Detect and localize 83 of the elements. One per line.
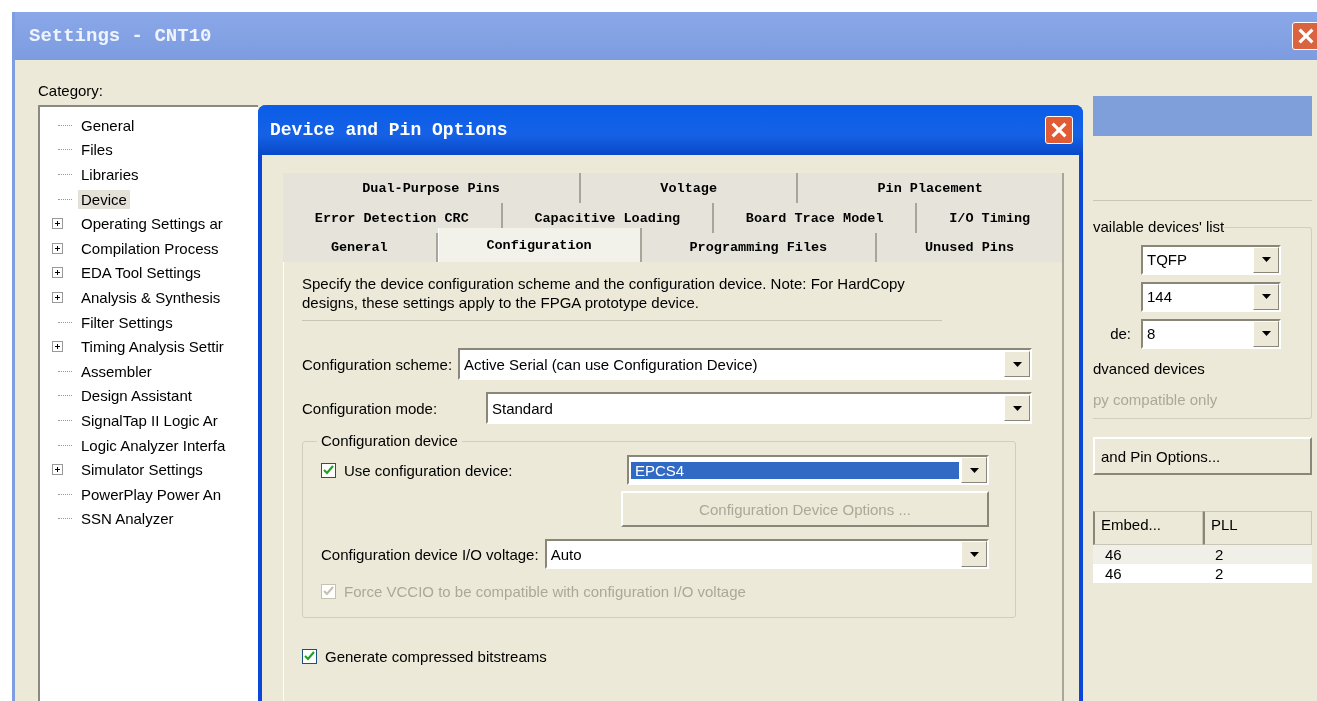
dropdown[interactable]: Standard bbox=[486, 392, 1032, 424]
caret-icon bbox=[1261, 257, 1271, 262]
close-icon bbox=[1298, 28, 1314, 44]
field-label: Configuration device I/O voltage: bbox=[321, 545, 539, 563]
pin-options-button[interactable]: and Pin Options... bbox=[1093, 437, 1312, 475]
expand-icon[interactable] bbox=[52, 291, 63, 303]
caret-icon bbox=[1261, 294, 1271, 299]
dropdown-button[interactable] bbox=[1253, 246, 1279, 273]
tab[interactable]: Voltage bbox=[581, 173, 799, 203]
dropdown-button[interactable] bbox=[1004, 395, 1030, 421]
table-cell: 2 bbox=[1203, 564, 1312, 583]
tab[interactable]: General bbox=[283, 233, 438, 262]
category-label: Category: bbox=[38, 82, 105, 99]
tab[interactable]: Programming Files bbox=[641, 233, 878, 262]
dropdown-button[interactable] bbox=[1253, 320, 1279, 347]
caret-icon bbox=[969, 467, 979, 473]
window-title: Settings - CNT10 bbox=[29, 25, 212, 47]
tree-item[interactable]: Files bbox=[78, 140, 116, 160]
dropdown-button[interactable] bbox=[1004, 351, 1030, 377]
close-button[interactable] bbox=[1045, 116, 1073, 144]
tab[interactable]: I/O Timing bbox=[917, 203, 1064, 233]
tab[interactable]: Unused Pins bbox=[877, 233, 1065, 262]
expand-icon[interactable] bbox=[52, 464, 63, 476]
table-cell: 46 bbox=[1093, 564, 1203, 583]
tab[interactable]: Pin Placement bbox=[798, 173, 1064, 203]
group-title: Configuration device bbox=[317, 432, 462, 449]
dropdown-button[interactable] bbox=[1253, 283, 1279, 310]
tab[interactable]: Configuration bbox=[437, 228, 642, 262]
tab[interactable]: Dual-Purpose Pins bbox=[283, 173, 582, 203]
field-label: de: bbox=[1110, 325, 1131, 342]
column-header[interactable]: Embed... bbox=[1093, 511, 1203, 545]
group-title: vailable devices' list bbox=[1093, 218, 1225, 235]
caret-icon bbox=[1012, 361, 1022, 367]
dropdown[interactable]: 8 bbox=[1141, 318, 1281, 349]
expand-icon[interactable] bbox=[52, 341, 63, 353]
expand-icon[interactable] bbox=[52, 242, 63, 254]
description-text: Specify the device configuration scheme and the configuration device. Note: For HardCopy designs, these settings apply to the FPGA prototype device. bbox=[302, 274, 942, 321]
table-cell: 46 bbox=[1093, 545, 1203, 564]
tree-item[interactable]: EDA Tool Settings bbox=[78, 263, 204, 283]
tree-item[interactable]: Compilation Process bbox=[78, 238, 222, 258]
tree-item[interactable]: SSN Analyzer bbox=[78, 509, 177, 529]
tree-item[interactable]: Analysis & Synthesis bbox=[78, 287, 224, 307]
dropdown-button[interactable] bbox=[961, 457, 987, 483]
checkbox-label: Use configuration device: bbox=[344, 461, 513, 479]
tree-item[interactable]: SignalTap II Logic Ar bbox=[78, 410, 221, 430]
close-button[interactable] bbox=[1292, 22, 1317, 50]
caret-icon bbox=[1261, 331, 1271, 336]
field-label: Configuration scheme: bbox=[302, 355, 453, 373]
tree-item[interactable]: Libraries bbox=[78, 165, 142, 184]
dropdown[interactable]: Active Serial (can use Configuration Device) bbox=[458, 348, 1032, 380]
tab[interactable]: Capacitive Loading bbox=[502, 203, 714, 233]
dialog-title: Device and Pin Options bbox=[270, 120, 508, 140]
checkbox-label: Force VCCIO to be compatible with configuration I/O voltage bbox=[344, 582, 746, 600]
expand-icon[interactable] bbox=[52, 267, 63, 279]
checkbox[interactable] bbox=[321, 462, 336, 478]
dropdown-button[interactable] bbox=[961, 541, 987, 567]
dropdown[interactable]: 144 bbox=[1141, 281, 1281, 312]
tree-item[interactable]: Design Assistant bbox=[78, 386, 195, 406]
caret-icon bbox=[1012, 405, 1022, 411]
tree-item[interactable]: PowerPlay Power An bbox=[78, 484, 225, 504]
checkbox-label: dvanced devices bbox=[1093, 360, 1206, 377]
checkbox-label: Generate compressed bitstreams bbox=[325, 647, 547, 665]
caret-icon bbox=[969, 551, 979, 557]
checkbox-label: py compatible only bbox=[1093, 391, 1219, 408]
dropdown[interactable]: Auto bbox=[544, 539, 989, 569]
tab[interactable]: Board Trace Model bbox=[714, 203, 918, 233]
column-header[interactable]: PLL bbox=[1203, 511, 1312, 545]
tree-item[interactable]: Operating Settings ar bbox=[78, 214, 226, 234]
tree-item[interactable]: General bbox=[78, 115, 138, 135]
tab[interactable]: Error Detection CRC bbox=[283, 203, 503, 233]
tree-item[interactable]: Logic Analyzer Interfa bbox=[78, 435, 229, 455]
tree-item[interactable]: Device bbox=[78, 189, 130, 209]
table-cell: 2 bbox=[1203, 545, 1312, 564]
tree-item[interactable]: Simulator Settings bbox=[78, 460, 206, 480]
tree-item[interactable]: Assembler bbox=[78, 361, 155, 381]
tree-item[interactable]: Timing Analysis Settir bbox=[78, 337, 227, 357]
dropdown[interactable]: TQFP bbox=[1141, 244, 1281, 275]
checkbox[interactable] bbox=[302, 648, 317, 664]
close-icon bbox=[1051, 122, 1067, 138]
field-label: Configuration mode: bbox=[302, 399, 439, 417]
expand-icon[interactable] bbox=[52, 218, 63, 230]
tree-item[interactable]: Filter Settings bbox=[78, 312, 176, 332]
dropdown[interactable]: EPCS4 bbox=[627, 455, 989, 485]
